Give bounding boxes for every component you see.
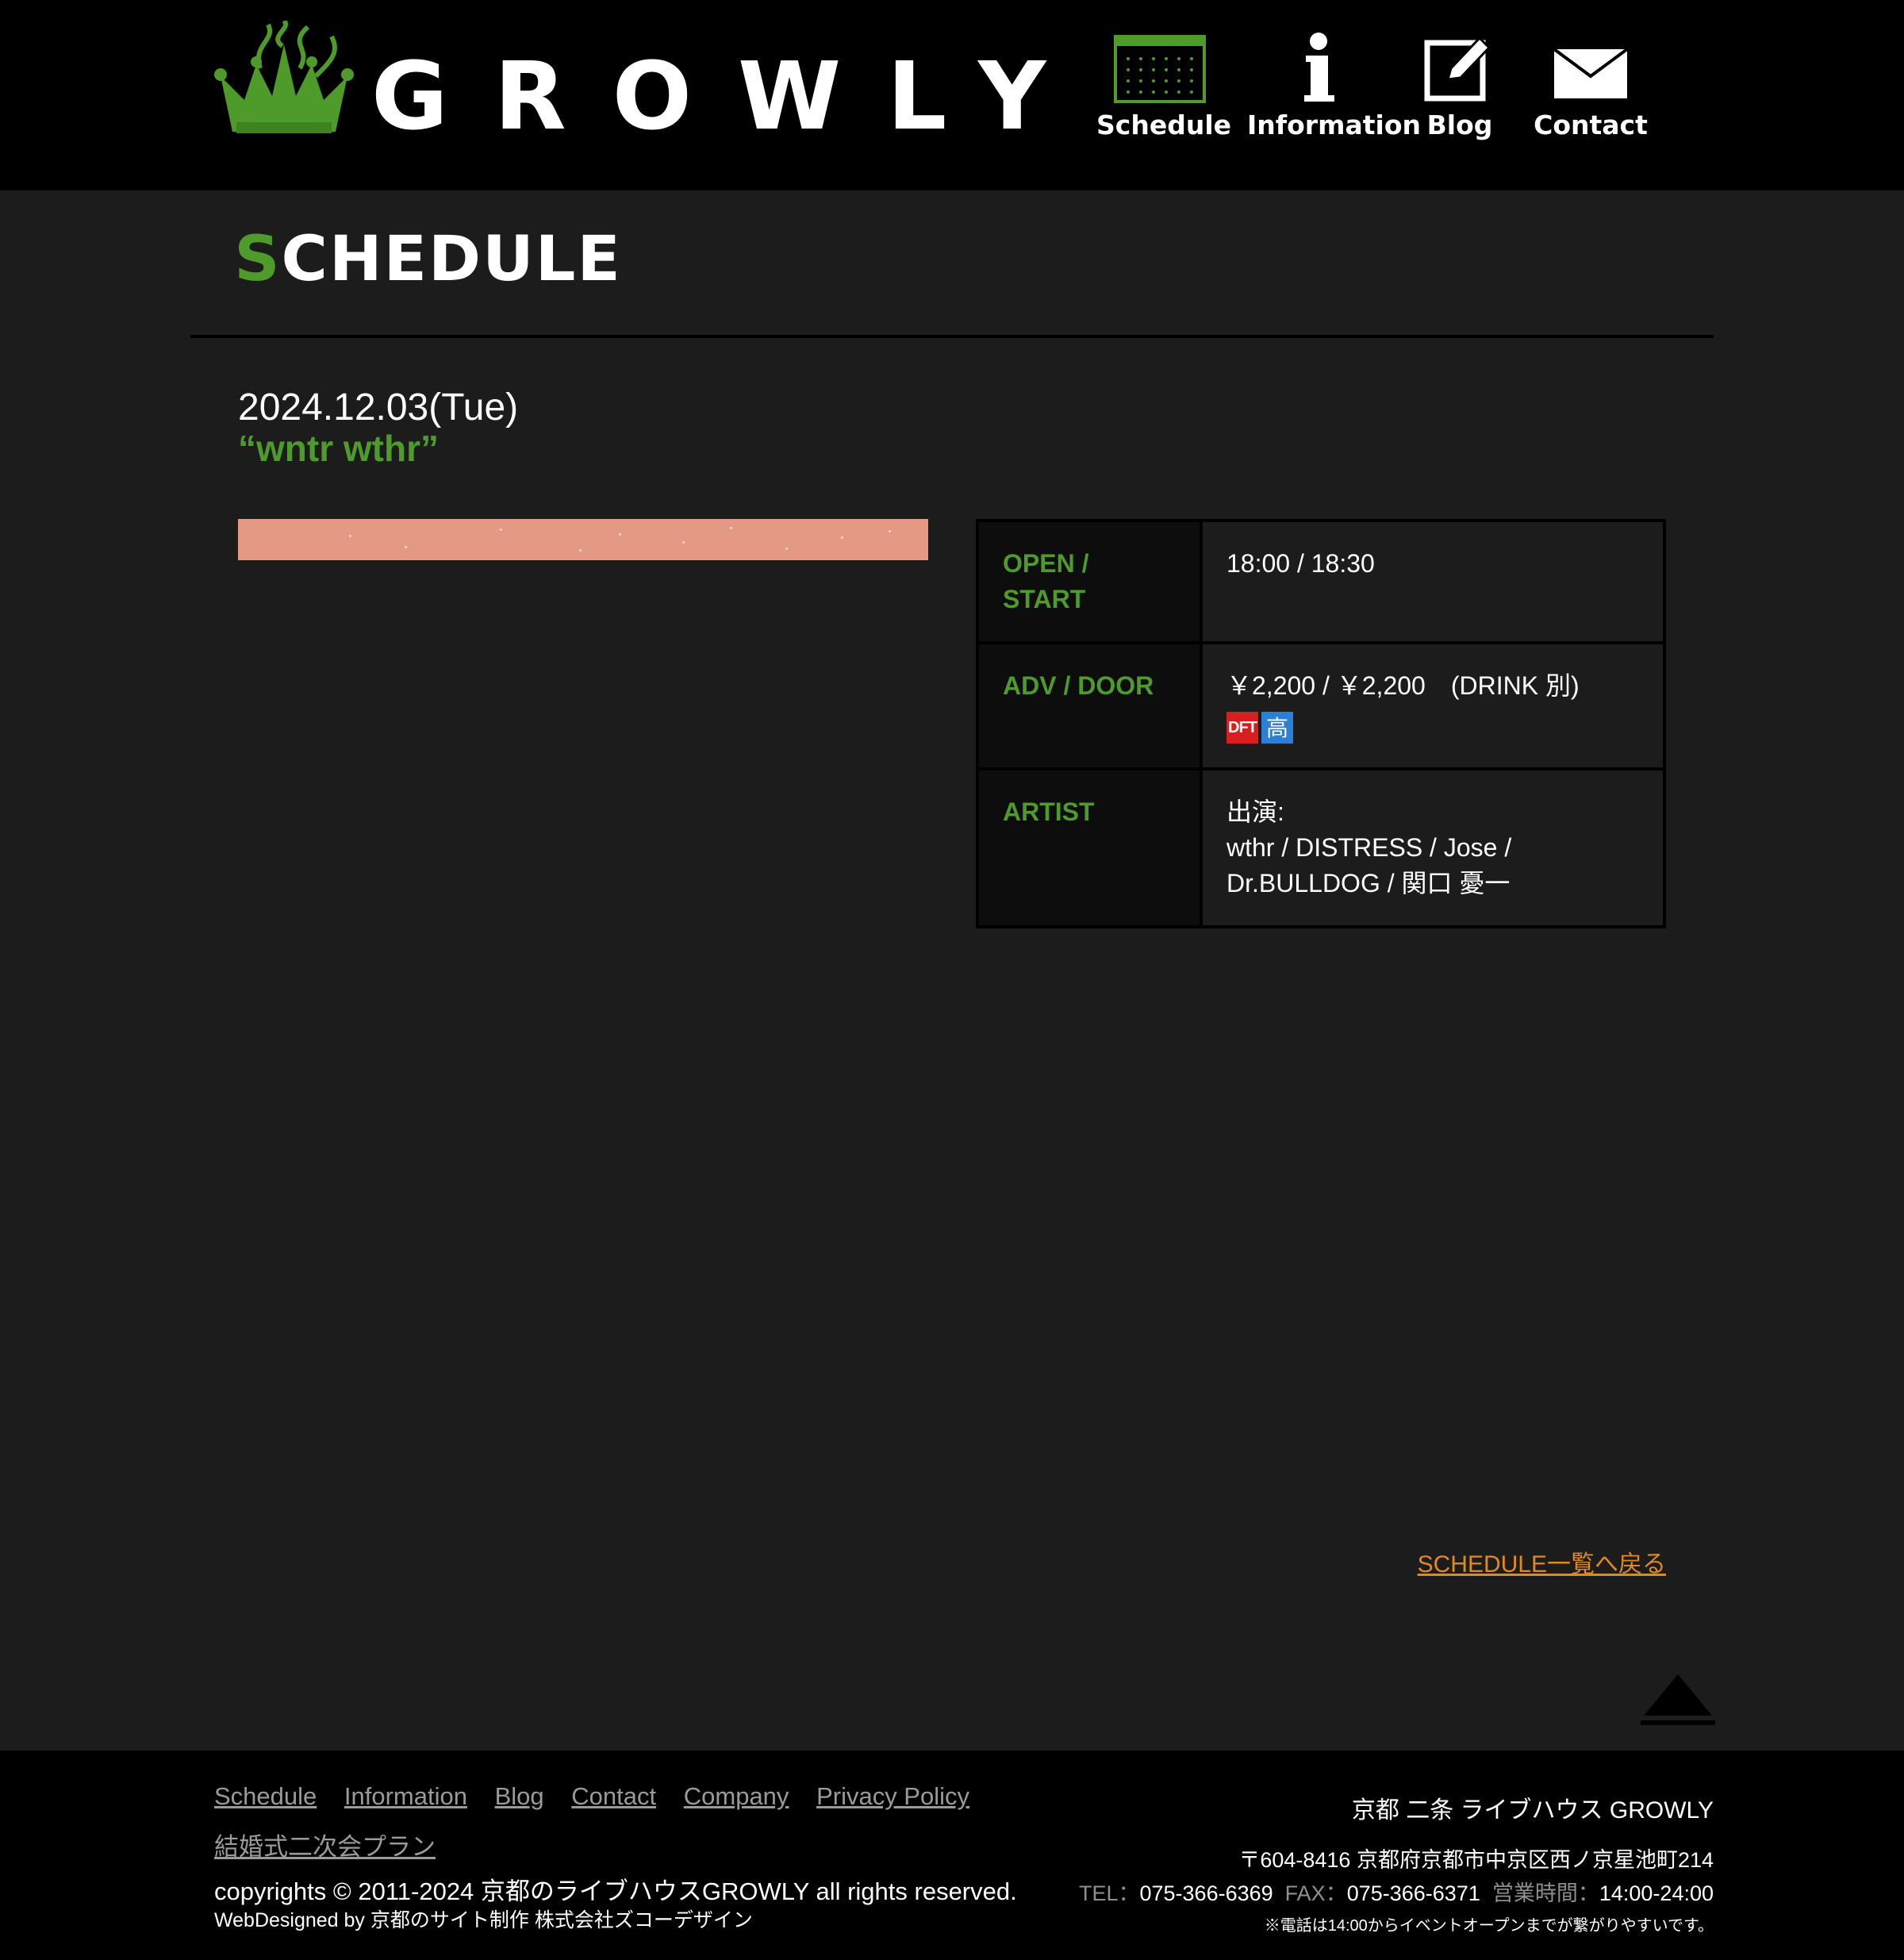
artist-cell: 出演: wthr / DISTRESS / Jose / Dr.BULLDOG …: [1200, 767, 1666, 928]
open-start-label: OPEN / START: [976, 519, 1203, 644]
divider: [190, 335, 1714, 338]
artist-line: 出演:: [1226, 797, 1284, 826]
back-to-schedule-link[interactable]: SCHEDULE一覧へ戻る: [1418, 1544, 1666, 1579]
site-header: GROWLY Schedule Information Blog Contact: [0, 0, 1904, 190]
dft-badge-icon: DFT: [1226, 712, 1258, 744]
artist-line: Dr.BULLDOG / 関口 憂一: [1226, 869, 1511, 897]
site-logo[interactable]: GROWLY: [213, 21, 1046, 143]
nav-information[interactable]: Information: [1247, 32, 1421, 140]
pencil-icon: [1424, 36, 1491, 102]
nav-label: Schedule: [1096, 110, 1232, 140]
footer-link-information[interactable]: Information: [344, 1782, 467, 1810]
business-hours: 14:00-24:00: [1599, 1881, 1714, 1905]
tel-label: TEL：: [1078, 1881, 1140, 1905]
logo-wordmark: GROWLY: [371, 41, 1092, 151]
ticket-badges: DFT 高: [1226, 712, 1639, 744]
price-value: ￥2,200 / ￥2,200 (DRINK 別): [1226, 671, 1580, 700]
venue-name: 京都 二条 ライブハウス GROWLY: [1351, 1797, 1714, 1824]
footer-nav: Schedule Information Blog Contact Compan…: [214, 1782, 990, 1811]
open-start-value: 18:00 / 18:30: [1200, 519, 1666, 644]
crown-icon: [214, 21, 354, 133]
envelope-icon: [1553, 48, 1629, 98]
page-title-rest: CHEDULE: [281, 224, 622, 295]
calendar-icon: [1114, 35, 1206, 103]
scroll-to-top-icon[interactable]: [1641, 1671, 1715, 1727]
footer-link-wedding-plan[interactable]: 結婚式二次会プラン: [214, 1833, 436, 1861]
venue-contact: TEL：075-366-6369 FAX：075-366-6371 営業時間：1…: [1079, 1876, 1714, 1907]
price-cell: ￥2,200 / ￥2,200 (DRINK 別) DFT 高: [1200, 641, 1666, 771]
nav-label: Information: [1247, 110, 1421, 140]
tel-number: 075-366-6369: [1139, 1881, 1273, 1905]
venue-address: 〒604-8416 京都府京都市中京区西ノ京星池町214: [1238, 1848, 1714, 1872]
nav-schedule[interactable]: Schedule: [1096, 32, 1232, 140]
copyright-text: copyrights © 2011-2024 京都のライブハウスGROWLY a…: [214, 1877, 1017, 1905]
event-flyer-image[interactable]: [238, 519, 928, 560]
footer-link-contact[interactable]: Contact: [571, 1782, 656, 1810]
fax-label: FAX：: [1284, 1881, 1347, 1905]
footer-nav-secondary: 結婚式二次会プラン: [214, 1827, 436, 1862]
footer-link-schedule[interactable]: Schedule: [214, 1782, 317, 1810]
designer-credit: WebDesigned by 京都のサイト制作 株式会社ズコーデザイン: [214, 1909, 753, 1931]
highschool-badge-icon: 高: [1261, 712, 1293, 744]
nav-blog[interactable]: Blog: [1418, 32, 1501, 140]
table-row: ADV / DOOR ￥2,200 / ￥2,200 (DRINK 別) DFT…: [976, 641, 1666, 771]
table-row: ARTIST 出演: wthr / DISTRESS / Jose / Dr.B…: [976, 767, 1666, 928]
event-title: “wntr wthr”: [238, 428, 439, 469]
event-date: 2024.12.03(Tue): [238, 386, 519, 429]
hours-label: 営業時間：: [1491, 1881, 1599, 1905]
fax-number: 075-366-6371: [1346, 1881, 1480, 1905]
artist-line: wthr / DISTRESS / Jose /: [1226, 833, 1512, 862]
site-footer: Schedule Information Blog Contact Compan…: [0, 1751, 1904, 1960]
footer-link-blog[interactable]: Blog: [495, 1782, 544, 1810]
nav-contact[interactable]: Contact: [1531, 32, 1650, 140]
nav-label: Contact: [1534, 110, 1648, 140]
page-title-initial: S: [234, 224, 282, 295]
info-icon: [1304, 33, 1334, 102]
event-info-table: OPEN / START 18:00 / 18:30 ADV / DOOR ￥2…: [976, 519, 1666, 928]
table-row: OPEN / START 18:00 / 18:30: [976, 519, 1666, 644]
nav-label: Blog: [1426, 110, 1493, 140]
tel-note: ※電話は14:00からイベントオープンまでが繋がりやすいです。: [1264, 1917, 1714, 1935]
price-label: ADV / DOOR: [976, 641, 1203, 771]
footer-link-privacy-policy[interactable]: Privacy Policy: [816, 1782, 969, 1810]
artist-label: ARTIST: [976, 767, 1203, 928]
footer-link-company[interactable]: Company: [684, 1782, 789, 1810]
page-title: SCHEDULE: [234, 229, 622, 290]
